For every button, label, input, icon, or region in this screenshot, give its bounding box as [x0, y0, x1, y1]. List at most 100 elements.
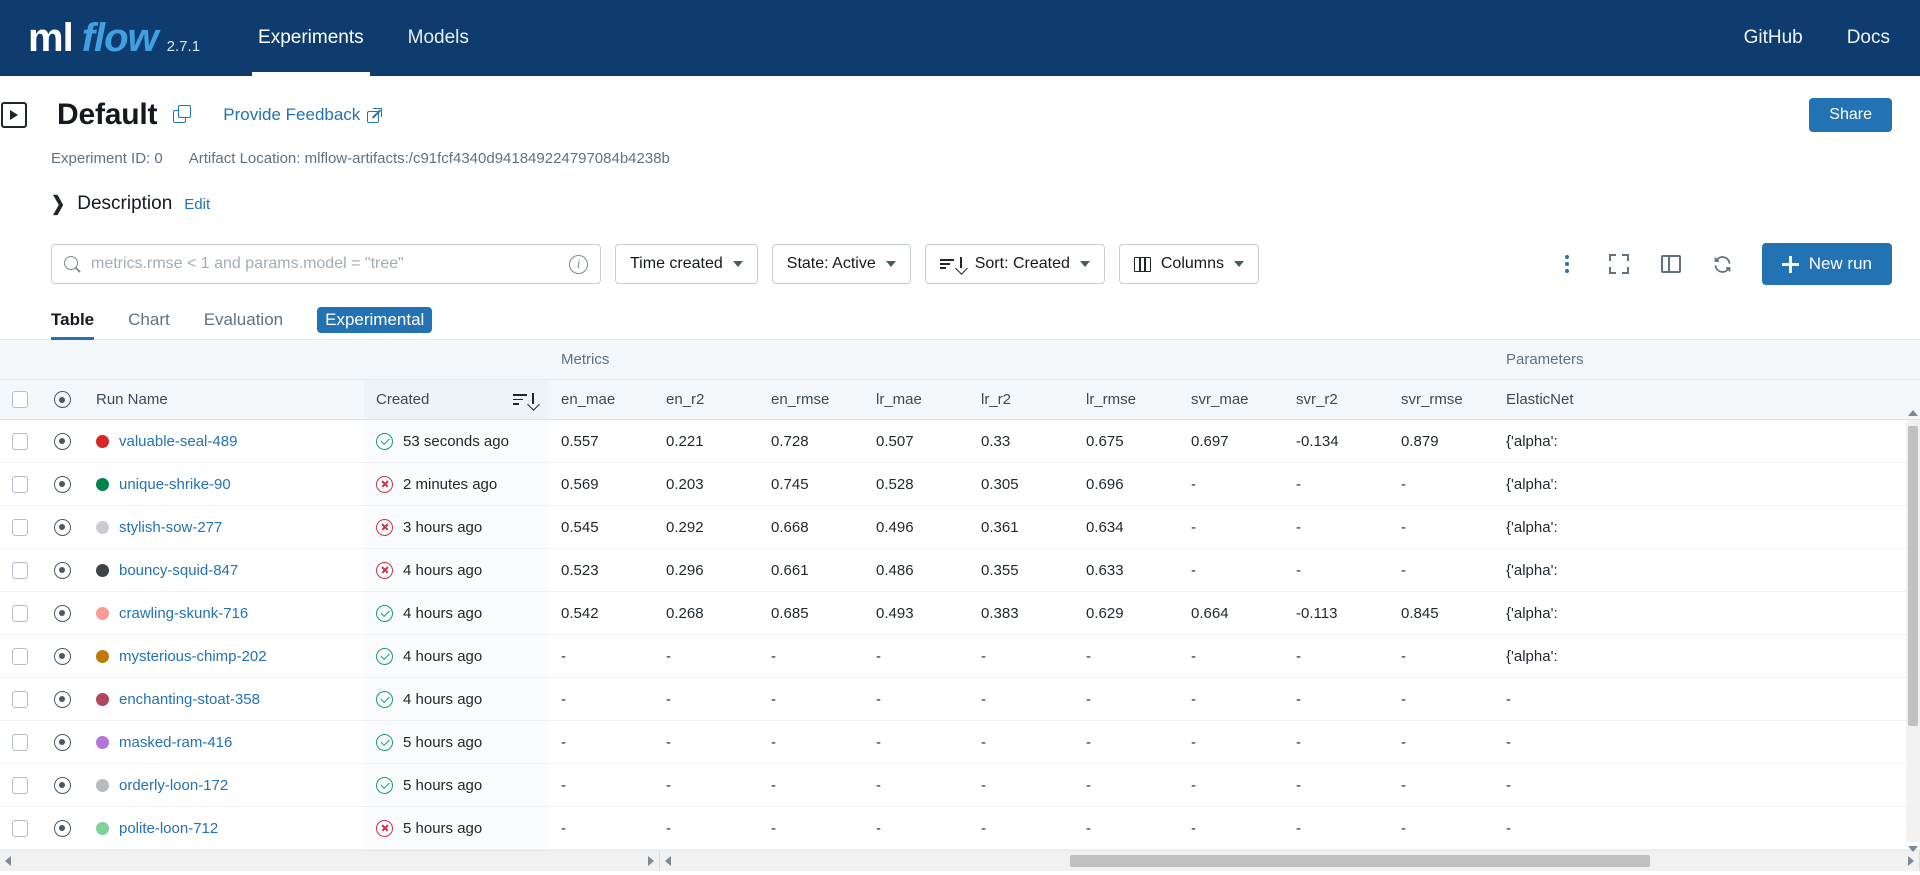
row-checkbox[interactable]	[12, 604, 28, 622]
table-row[interactable]: polite-loon-712 5 hours ago	[0, 807, 549, 850]
horizontal-scroll-thumb[interactable]	[1070, 855, 1650, 867]
search-box[interactable]: i	[51, 244, 601, 284]
select-all-checkbox[interactable]	[12, 391, 28, 408]
row-checkbox[interactable]	[12, 432, 28, 450]
info-circle-icon[interactable]: i	[569, 254, 588, 274]
scroll-up-arrow[interactable]	[1906, 406, 1920, 420]
row-checkbox[interactable]	[12, 690, 28, 708]
run-name-link[interactable]: mysterious-chimp-202	[119, 648, 267, 665]
row-run-name-cell[interactable]: polite-loon-712	[84, 807, 364, 849]
header-metric-en_r2[interactable]: en_r2	[654, 380, 759, 419]
kebab-menu-icon[interactable]	[1554, 251, 1580, 277]
table-row[interactable]: valuable-seal-489 53 seconds ago	[0, 420, 549, 463]
row-visibility-cell[interactable]	[40, 549, 84, 591]
search-input[interactable]	[91, 255, 559, 273]
mlflow-logo[interactable]: ml flow 2.7.1	[28, 18, 200, 58]
table-row[interactable]: masked-ram-416 5 hours ago	[0, 721, 549, 764]
nav-item-docs[interactable]: Docs	[1847, 27, 1890, 49]
row-select-cell[interactable]	[0, 635, 40, 677]
table-row[interactable]: orderly-loon-172 5 hours ago	[0, 764, 549, 807]
eye-icon[interactable]	[53, 690, 72, 709]
columns-button[interactable]: Columns	[1118, 244, 1260, 284]
row-select-cell[interactable]	[0, 764, 40, 806]
row-visibility-cell[interactable]	[40, 678, 84, 720]
scroll-down-arrow[interactable]	[1906, 842, 1920, 856]
row-checkbox[interactable]	[12, 819, 28, 837]
header-metric-en_rmse[interactable]: en_rmse	[759, 380, 864, 419]
run-name-link[interactable]: polite-loon-712	[119, 820, 218, 837]
vertical-scrollbar[interactable]	[1906, 410, 1920, 852]
nav-item-experiments[interactable]: Experiments	[236, 0, 386, 76]
eye-icon[interactable]	[53, 733, 72, 752]
table-row[interactable]: crawling-skunk-716 4 hours ago	[0, 592, 549, 635]
row-visibility-cell[interactable]	[40, 635, 84, 677]
description-edit-link[interactable]: Edit	[184, 196, 210, 213]
eye-icon[interactable]	[53, 819, 72, 838]
header-metric-lr_rmse[interactable]: lr_rmse	[1074, 380, 1179, 419]
run-name-link[interactable]: unique-shrike-90	[119, 476, 231, 493]
hscroll-left-arrow-2[interactable]	[660, 851, 676, 871]
copy-icon[interactable]	[173, 105, 193, 125]
header-metric-svr_r2[interactable]: svr_r2	[1284, 380, 1389, 419]
sort-descending-icon[interactable]	[513, 392, 537, 407]
run-name-link[interactable]: enchanting-stoat-358	[119, 691, 260, 708]
side-panel-icon[interactable]	[1658, 251, 1684, 277]
header-metric-en_mae[interactable]: en_mae	[549, 380, 654, 419]
table-row[interactable]: bouncy-squid-847 4 hours ago	[0, 549, 549, 592]
panel-expand-icon[interactable]	[1, 102, 27, 128]
tab-table[interactable]: Table	[51, 310, 95, 340]
row-select-cell[interactable]	[0, 506, 40, 548]
table-row[interactable]: enchanting-stoat-358 4 hours ago	[0, 678, 549, 721]
table-row[interactable]: unique-shrike-90 2 minutes ago	[0, 463, 549, 506]
eye-icon[interactable]	[53, 475, 72, 494]
run-name-link[interactable]: orderly-loon-172	[119, 777, 228, 794]
fullscreen-icon[interactable]	[1606, 251, 1632, 277]
header-created[interactable]: Created	[364, 380, 549, 419]
nav-item-models[interactable]: Models	[386, 0, 491, 76]
row-visibility-cell[interactable]	[40, 592, 84, 634]
row-run-name-cell[interactable]: stylish-sow-277	[84, 506, 364, 548]
row-run-name-cell[interactable]: valuable-seal-489	[84, 420, 364, 462]
eye-icon[interactable]	[53, 561, 72, 580]
header-metric-lr_mae[interactable]: lr_mae	[864, 380, 969, 419]
vertical-scroll-thumb[interactable]	[1908, 426, 1918, 726]
run-name-link[interactable]: valuable-seal-489	[119, 433, 237, 450]
provide-feedback-link[interactable]: Provide Feedback	[223, 105, 383, 125]
eye-icon[interactable]	[53, 518, 72, 537]
header-metric-svr_mae[interactable]: svr_mae	[1179, 380, 1284, 419]
row-select-cell[interactable]	[0, 549, 40, 591]
refresh-icon[interactable]	[1710, 251, 1736, 277]
row-checkbox[interactable]	[12, 561, 28, 579]
row-select-cell[interactable]	[0, 807, 40, 849]
eye-icon[interactable]	[53, 604, 72, 623]
hscroll-right-arrow[interactable]	[643, 851, 659, 871]
share-button[interactable]: Share	[1809, 98, 1892, 132]
row-checkbox[interactable]	[12, 647, 28, 665]
run-name-link[interactable]: bouncy-squid-847	[119, 562, 238, 579]
row-select-cell[interactable]	[0, 721, 40, 763]
horizontal-scrollbar-right[interactable]	[660, 851, 1920, 871]
row-visibility-cell[interactable]	[40, 721, 84, 763]
header-metric-lr_r2[interactable]: lr_r2	[969, 380, 1074, 419]
horizontal-scrollbar-left[interactable]	[0, 851, 660, 871]
row-visibility-cell[interactable]	[40, 463, 84, 505]
row-visibility-cell[interactable]	[40, 506, 84, 548]
eye-icon[interactable]	[53, 390, 72, 409]
sort-button[interactable]: Sort: Created	[924, 244, 1105, 284]
chevron-right-icon[interactable]: ❯	[51, 193, 65, 216]
nav-item-github[interactable]: GitHub	[1744, 27, 1803, 49]
header-param-ElasticNet[interactable]: ElasticNet	[1494, 380, 1614, 419]
header-run-name[interactable]: Run Name	[84, 380, 364, 419]
row-checkbox[interactable]	[12, 733, 28, 751]
row-run-name-cell[interactable]: orderly-loon-172	[84, 764, 364, 806]
row-run-name-cell[interactable]: enchanting-stoat-358	[84, 678, 364, 720]
row-run-name-cell[interactable]: mysterious-chimp-202	[84, 635, 364, 677]
row-checkbox[interactable]	[12, 776, 28, 794]
table-row[interactable]: stylish-sow-277 3 hours ago	[0, 506, 549, 549]
row-visibility-cell[interactable]	[40, 420, 84, 462]
row-select-cell[interactable]	[0, 420, 40, 462]
row-checkbox[interactable]	[12, 518, 28, 536]
row-run-name-cell[interactable]: bouncy-squid-847	[84, 549, 364, 591]
row-visibility-cell[interactable]	[40, 764, 84, 806]
row-visibility-cell[interactable]	[40, 807, 84, 849]
